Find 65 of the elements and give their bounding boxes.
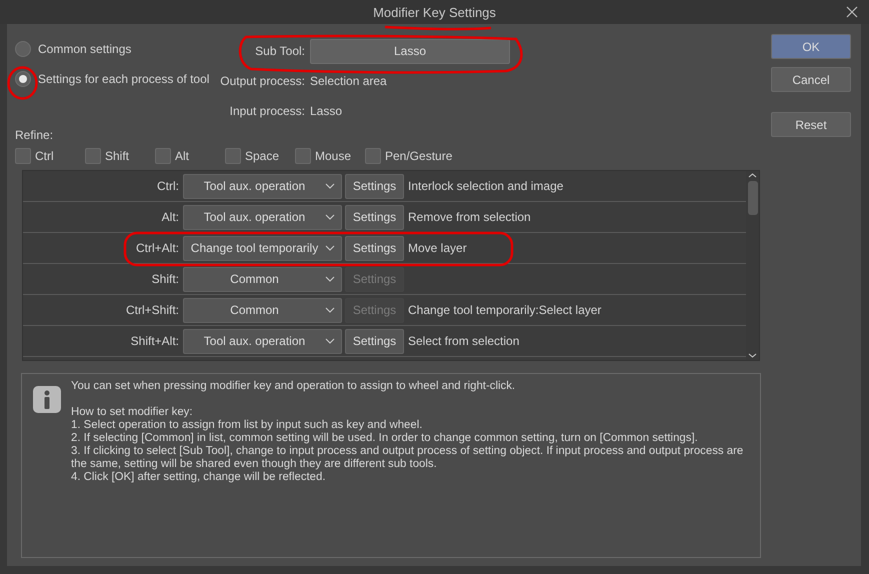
operation-description: Remove from selection: [408, 210, 531, 224]
operation-description: Move layer: [408, 241, 467, 255]
sub-tool-button[interactable]: Lasso: [310, 38, 510, 64]
operation-dropdown[interactable]: Common: [183, 266, 342, 292]
modifier-key-label: Alt:: [160, 210, 180, 224]
field-label: Output process:: [220, 74, 305, 88]
info-heading: How to set modifier key:: [71, 406, 194, 419]
checkbox[interactable]: [85, 148, 101, 164]
annotation-circle: [7, 66, 38, 100]
refine-label: Refine:: [15, 128, 54, 142]
modifier-key-label: Ctrl+Shift:: [124, 303, 180, 317]
settings-button[interactable]: Settings: [345, 174, 404, 198]
chevron-icon: [325, 214, 335, 220]
dialog-button[interactable]: Reset: [771, 112, 851, 137]
info-icon: [33, 386, 61, 413]
info-step: 1. Select operation to assign from list by input such as key and wheel.: [71, 419, 750, 432]
chevron-icon: [325, 338, 335, 344]
checkbox[interactable]: [15, 148, 31, 164]
checkbox[interactable]: [225, 148, 241, 164]
chevron-icon: [325, 183, 335, 189]
operation-dropdown[interactable]: Tool aux. operation: [183, 204, 342, 230]
radio-label: Settings for each process of tool: [38, 72, 210, 86]
checkbox[interactable]: [295, 148, 311, 164]
checkbox-label: Alt: [175, 149, 190, 163]
field-value: Lasso: [310, 104, 342, 118]
scroll-down-icon[interactable]: [748, 352, 757, 359]
modifier-key-label: Shift+Alt:: [130, 334, 180, 348]
operation-dropdown[interactable]: Common: [183, 298, 342, 322]
radio-label: Common settings: [38, 42, 132, 56]
dialog-button[interactable]: Cancel: [771, 67, 851, 92]
chevron-icon: [325, 276, 335, 282]
operation-dropdown[interactable]: Tool aux. operation: [183, 174, 342, 198]
operation-description: Select from selection: [408, 334, 520, 348]
modifier-key-label: Shift:: [150, 272, 180, 286]
info-text: You can set when pressing modifier key and operation to assign to wheel and right-click.: [71, 380, 516, 393]
info-step: 3. If clicking to select [Sub Tool], change to input process and output process of setting object. If input process and output process are the same, setting will be shared even though they are different sub tools.: [71, 445, 750, 471]
operation-description: Change tool temporarily:Select layer: [408, 303, 602, 317]
checkbox[interactable]: [365, 148, 381, 164]
chevron-icon: [325, 307, 335, 313]
radio-button[interactable]: [15, 41, 31, 57]
operation-description: Interlock selection and image: [408, 179, 564, 193]
scroll-up-icon[interactable]: [748, 172, 757, 179]
scrollbar-thumb[interactable]: [748, 181, 758, 215]
operation-dropdown[interactable]: Tool aux. operation: [183, 328, 342, 354]
settings-button[interactable]: Settings: [345, 328, 404, 354]
checkbox-label: Ctrl: [35, 149, 54, 163]
checkbox-label: Pen/Gesture: [385, 149, 452, 163]
operation-dropdown[interactable]: Change tool temporarily: [183, 236, 342, 260]
checkbox-label: Mouse: [315, 149, 352, 163]
modifier-key-label: Ctrl+Alt:: [134, 241, 180, 255]
settings-button[interactable]: Settings: [345, 204, 404, 230]
info-step: 2. If selecting [Common] in list, common setting will be used. In order to change common setting, turn on [Common settings].: [71, 432, 750, 445]
field-label: Sub Tool:: [255, 44, 305, 58]
radio-button[interactable]: [15, 71, 31, 87]
info-step: 4. Click [OK] after setting, change will be reflected.: [71, 471, 750, 484]
dialog-button[interactable]: OK: [771, 34, 851, 59]
checkbox[interactable]: [155, 148, 171, 164]
checkbox-label: Space: [245, 149, 280, 163]
field-value: Selection area: [310, 74, 387, 88]
checkbox-label: Shift: [105, 149, 130, 163]
window-title: Modifier Key Settings: [373, 4, 496, 20]
chevron-icon: [325, 245, 335, 251]
modifier-key-label: Ctrl:: [156, 179, 180, 193]
field-label: Input process:: [230, 104, 305, 118]
settings-button[interactable]: Settings: [345, 236, 404, 260]
